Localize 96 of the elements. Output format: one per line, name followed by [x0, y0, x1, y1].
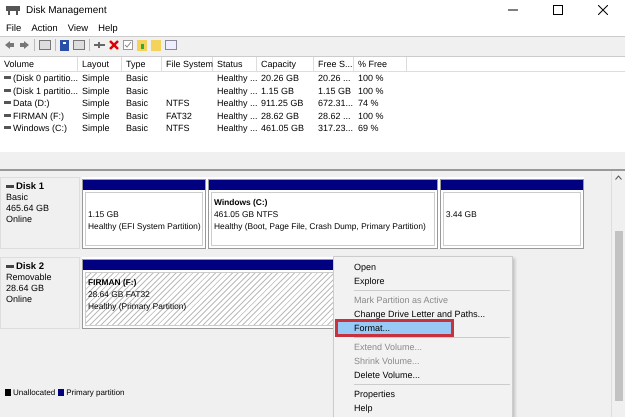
table-cell: Basic	[126, 123, 148, 134]
menu-item[interactable]: File	[6, 22, 22, 34]
column-header[interactable]: Status	[213, 57, 257, 71]
table-cell: 672.31...	[318, 98, 354, 108]
menu-item[interactable]: Format...	[337, 321, 452, 335]
table-cell: Windows (C:)	[13, 123, 68, 134]
column-header[interactable]: % Free	[354, 57, 407, 71]
help-icon[interactable]	[60, 40, 69, 50]
menu-item[interactable]: View	[68, 22, 88, 34]
table-cell: 69 %	[358, 123, 379, 134]
table-cell: Data (D:)	[13, 98, 50, 108]
table-cell: Healthy ...	[217, 86, 258, 96]
disk-type: Removable	[6, 272, 53, 283]
menu-item[interactable]: Help	[334, 401, 512, 415]
table-cell: Basic	[126, 73, 148, 84]
table-cell: 100 %	[358, 110, 384, 121]
table-cell: 100 %	[358, 73, 384, 84]
table-cell: 1.15 GB	[261, 86, 294, 96]
menu-item[interactable]: Properties	[334, 387, 512, 401]
table-cell: FAT32	[166, 110, 192, 121]
list-icon[interactable]	[165, 40, 177, 50]
disk-size: 28.64 GB	[6, 283, 46, 294]
table-cell: Healthy ...	[217, 110, 258, 121]
partition-size: 1.15 GB	[88, 208, 119, 220]
close-icon	[598, 5, 608, 15]
back-arrow-icon[interactable]	[4, 40, 15, 50]
scrollbar[interactable]	[611, 171, 625, 417]
table-cell: Healthy ...	[217, 73, 258, 84]
table-cell: Simple	[82, 123, 110, 134]
disk-status: Online	[6, 214, 34, 225]
partition-block[interactable]: Windows (C:) 461.05 GB NTFS Healthy (Boot, Page File, Crash Dump, Primary Partition)	[208, 179, 438, 249]
partition-size: 461.05 GB NTFS	[214, 208, 278, 220]
grid-icon[interactable]	[39, 40, 51, 50]
legend-label: Primary partition	[66, 388, 124, 397]
partition-status: Healthy (EFI System Partition)	[88, 220, 201, 232]
partition-block[interactable]: 3.44 GB	[440, 179, 584, 249]
legend-label: Unallocated	[13, 388, 56, 397]
table-cell: Simple	[82, 73, 110, 84]
column-header[interactable]: Capacity	[257, 57, 314, 71]
column-header[interactable]: Type	[122, 57, 162, 71]
menu-item[interactable]: Delete Volume...	[334, 368, 512, 382]
table-cell: (Disk 1 partitio...	[13, 86, 78, 96]
checkmark-icon[interactable]	[123, 40, 133, 50]
volume-icon	[4, 101, 11, 106]
window-title: Disk Management	[26, 4, 107, 16]
table-cell: NTFS	[166, 123, 190, 134]
table-cell: Healthy ...	[217, 123, 258, 134]
partition-size: 3.44 GB	[446, 208, 477, 220]
column-header[interactable]: Volume	[0, 57, 78, 71]
table-cell: FIRMAN (F:)	[13, 110, 64, 121]
disk-type: Basic	[6, 192, 30, 203]
table-cell: Healthy ...	[217, 98, 258, 108]
disk-name: Disk 1	[16, 181, 44, 192]
table-cell: Simple	[82, 86, 110, 96]
column-header[interactable]: Free S...	[314, 57, 354, 71]
table-cell: 74 %	[358, 98, 379, 108]
grid-icon[interactable]	[73, 40, 85, 50]
table-cell: Simple	[82, 110, 110, 121]
table-cell: 28.62 ...	[318, 110, 351, 121]
volume-icon	[4, 126, 11, 130]
disk-management-icon	[5, 4, 21, 16]
table-cell: Simple	[82, 98, 110, 108]
partition-size: 28.64 GB FAT32	[88, 288, 150, 300]
menu-item[interactable]: Help	[98, 22, 118, 34]
table-cell: Basic	[126, 86, 148, 96]
partition-block[interactable]: 1.15 GB Healthy (EFI System Partition)	[82, 179, 206, 249]
partition-name: Windows (C:)	[214, 196, 268, 208]
table-cell: Basic	[126, 110, 148, 121]
column-header[interactable]: File System	[162, 57, 213, 71]
disk-size: 465.64 GB	[6, 203, 50, 214]
disk-name: Disk 2	[16, 261, 44, 272]
table-cell: 461.05 GB	[261, 123, 304, 134]
disk-status: Online	[6, 294, 34, 305]
partition-status: Healthy (Primary Partition)	[88, 300, 186, 312]
maximize-icon	[552, 5, 562, 15]
volume-icon	[4, 88, 11, 93]
table-cell: 20.26 ...	[318, 73, 351, 84]
table-cell: 20.26 GB	[261, 73, 300, 84]
table-cell: 1.15 GB	[318, 86, 352, 96]
table-cell: (Disk 0 partitio...	[13, 73, 78, 84]
scroll-up-icon[interactable]	[615, 175, 622, 180]
partition-status: Healthy (Boot, Page File, Crash Dump, Primary Partition)	[214, 220, 426, 232]
table-cell: 317.23...	[318, 123, 354, 134]
table-cell: Basic	[126, 98, 148, 108]
menu-item[interactable]: Action	[31, 22, 58, 34]
volume-icon	[4, 76, 11, 80]
delete-x-icon[interactable]	[109, 40, 119, 50]
column-header[interactable]: Layout	[78, 57, 122, 71]
forward-arrow-icon[interactable]	[19, 40, 30, 50]
table-cell: 911.25 GB	[261, 98, 304, 108]
table-cell: 28.62 GB	[261, 110, 300, 121]
volume-icon	[4, 114, 11, 118]
table-cell: NTFS	[166, 98, 190, 108]
partition-name: FIRMAN (F:)	[88, 276, 136, 288]
scrollbar-thumb[interactable]	[615, 231, 623, 401]
table-cell: 100 %	[358, 86, 384, 96]
